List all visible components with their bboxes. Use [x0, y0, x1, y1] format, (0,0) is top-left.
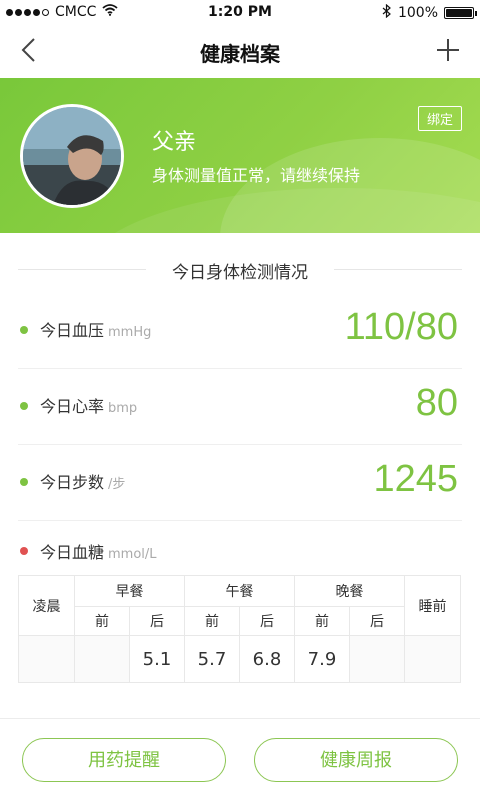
metric-unit: /步: [108, 477, 126, 492]
metric-label: 今日血糖 mmol/L: [40, 543, 157, 562]
battery-percent: 100%: [397, 5, 438, 21]
section-title: 今日身体检测情况: [172, 263, 308, 283]
metric-label: 今日心率 bmp: [40, 397, 138, 416]
status-dot: [20, 547, 28, 555]
value-lunch-before: 5.7: [184, 635, 240, 683]
metric-row-blood-glucose[interactable]: 今日血糖 mmol/L: [18, 520, 462, 570]
weekly-report-button[interactable]: 健康周报: [254, 738, 458, 782]
table-subheader-row: 前 后 前 后 前 后: [19, 606, 461, 636]
page-title: 健康档案: [200, 42, 280, 66]
metric-unit: mmol/L: [108, 547, 157, 562]
nav-bar: 健康档案: [0, 24, 480, 78]
value-dinner-after: [349, 635, 405, 683]
add-button[interactable]: [430, 32, 466, 68]
metric-value: 1245: [373, 458, 458, 500]
header-after: 后: [129, 606, 185, 636]
banner-decoration: [80, 188, 480, 233]
plus-icon: [437, 39, 459, 61]
metric-value: 80: [415, 382, 458, 424]
header-after: 后: [349, 606, 405, 636]
header-before: 前: [184, 606, 240, 636]
value-early-morning: [18, 635, 75, 683]
status-bar: CMCC 1:20 PM 100%: [0, 0, 480, 24]
value-bedtime: [404, 635, 461, 683]
status-dot: [20, 402, 28, 410]
status-dot: [20, 326, 28, 334]
metric-label: 今日步数/步: [40, 473, 126, 492]
metric-unit: mmHg: [108, 325, 152, 340]
metric-row-heart-rate[interactable]: 今日心率 bmp 80: [18, 368, 462, 445]
glucose-table: 凌晨 早餐 午餐 晚餐 睡前 前 后 前 后 前 后 5.1 5.7 6.8 7…: [18, 575, 461, 683]
value-breakfast-before: [74, 635, 130, 683]
profile-banner: 父亲 身体测量值正常，请继续保持 绑定: [0, 78, 480, 233]
metric-value: 110/80: [344, 306, 458, 348]
header-dinner: 晚餐: [294, 575, 405, 607]
header-after: 后: [239, 606, 295, 636]
profile-status: 身体测量值正常，请继续保持: [152, 166, 361, 185]
bluetooth-icon: [382, 3, 392, 22]
divider: [0, 718, 480, 719]
table-row: 5.1 5.7 6.8 7.9: [18, 635, 461, 683]
status-dot: [20, 478, 28, 486]
header-before: 前: [294, 606, 350, 636]
battery-fill: [446, 9, 472, 17]
avatar-portrait: [23, 107, 121, 205]
divider: [334, 269, 462, 270]
profile-name: 父亲: [152, 130, 197, 155]
status-right: 100%: [382, 3, 477, 22]
value-breakfast-after: 5.1: [129, 635, 185, 683]
header-breakfast: 早餐: [74, 575, 185, 607]
header-before: 前: [74, 606, 130, 636]
value-dinner-before: 7.9: [294, 635, 350, 683]
metric-row-steps[interactable]: 今日步数/步 1245: [18, 444, 462, 521]
table-header-row: 凌晨 早餐 午餐 晚餐 睡前: [18, 575, 461, 636]
value-lunch-after: 6.8: [239, 635, 295, 683]
bind-button[interactable]: 绑定: [417, 106, 462, 131]
medication-reminder-button[interactable]: 用药提醒: [22, 738, 226, 782]
metric-row-blood-pressure[interactable]: 今日血压 mmHg 110/80: [18, 292, 462, 369]
metric-unit: bmp: [108, 401, 138, 416]
header-early-morning: 凌晨: [18, 575, 75, 636]
battery-icon: [444, 7, 477, 19]
header-lunch: 午餐: [184, 575, 295, 607]
avatar[interactable]: [20, 104, 124, 208]
metric-label: 今日血压 mmHg: [40, 321, 152, 340]
header-bedtime: 睡前: [404, 575, 461, 636]
